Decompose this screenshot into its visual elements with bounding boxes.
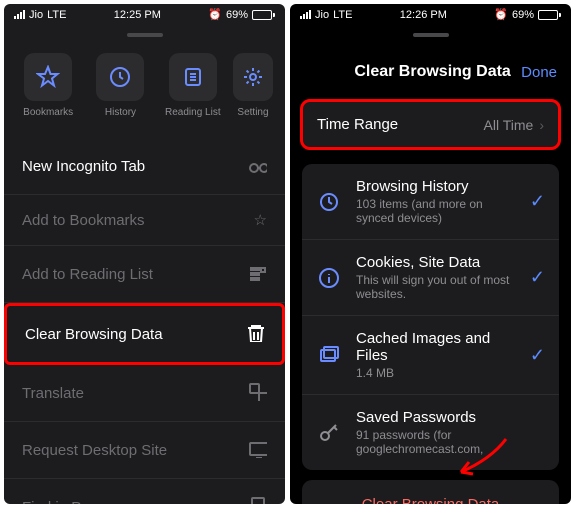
tool-label: Setting xyxy=(237,107,268,118)
incognito-icon xyxy=(247,154,267,178)
status-time: 12:26 PM xyxy=(400,9,447,21)
check-icon: ✓ xyxy=(530,345,545,366)
menu-translate[interactable]: Translate xyxy=(4,365,285,422)
tool-label: Reading List xyxy=(165,107,221,118)
tool-settings[interactable]: Setting xyxy=(233,53,273,118)
battery-pct: 69% xyxy=(512,9,534,21)
menu-label: New Incognito Tab xyxy=(22,158,145,175)
item-sub: This will sign you out of most websites. xyxy=(356,273,516,301)
images-icon xyxy=(316,344,342,366)
item-sub: 103 items (and more on synced devices) xyxy=(356,197,516,225)
translate-icon xyxy=(247,381,267,405)
star-icon: ☆ xyxy=(254,211,267,229)
page-title: Clear Browsing Data xyxy=(344,63,521,81)
time-range-section: Time Range All Time › xyxy=(300,99,561,150)
star-icon xyxy=(36,65,60,89)
tool-history[interactable]: History xyxy=(88,53,152,118)
gear-icon xyxy=(241,65,265,89)
carrier: Jio xyxy=(315,9,329,21)
alarm-icon: ⏰ xyxy=(494,8,508,21)
item-sub: 91 passwords (for googlechromecast.com, xyxy=(356,428,545,456)
drag-handle[interactable] xyxy=(127,33,163,37)
network: LTE xyxy=(333,9,352,21)
desktop-icon xyxy=(247,438,267,462)
item-title: Cached Images and Files xyxy=(356,330,516,364)
network: LTE xyxy=(47,9,66,21)
menu-clear-browsing-data[interactable]: Clear Browsing Data xyxy=(4,303,285,365)
menu: New Incognito Tab Add to Bookmarks ☆ Add… xyxy=(4,138,285,504)
trash-icon xyxy=(244,322,264,346)
chevron-right-icon: › xyxy=(539,117,544,133)
item-title: Browsing History xyxy=(356,178,516,195)
time-range-value: All Time xyxy=(484,117,534,133)
data-types-section: Browsing History 103 items (and more on … xyxy=(302,164,559,470)
item-title: Cookies, Site Data xyxy=(356,254,516,271)
menu-label: Translate xyxy=(22,385,84,402)
time-range-row[interactable]: Time Range All Time › xyxy=(303,102,558,147)
battery-icon xyxy=(538,10,561,20)
item-passwords[interactable]: Saved Passwords 91 passwords (for google… xyxy=(302,395,559,470)
tool-bookmarks[interactable]: Bookmarks xyxy=(16,53,80,118)
alarm-icon: ⏰ xyxy=(208,8,222,21)
menu-add-reading-list[interactable]: Add to Reading List xyxy=(4,246,285,303)
clock-icon xyxy=(108,65,132,89)
left-screenshot: Jio LTE 12:25 PM ⏰ 69% Bookmarks History… xyxy=(4,4,285,504)
menu-label: Add to Reading List xyxy=(22,266,153,283)
drag-handle[interactable] xyxy=(413,33,449,37)
item-browsing-history[interactable]: Browsing History 103 items (and more on … xyxy=(302,164,559,240)
list-icon xyxy=(181,65,205,89)
modal-header: Clear Browsing Data Done xyxy=(290,45,571,99)
item-cached[interactable]: Cached Images and Files 1.4 MB ✓ xyxy=(302,316,559,395)
menu-add-bookmarks[interactable]: Add to Bookmarks ☆ xyxy=(4,195,285,246)
menu-new-incognito[interactable]: New Incognito Tab xyxy=(4,138,285,195)
check-icon: ✓ xyxy=(530,267,545,288)
right-screenshot: Jio LTE 12:26 PM ⏰ 69% Clear Browsing Da… xyxy=(290,4,571,504)
toolbar: Bookmarks History Reading List Setting xyxy=(4,45,285,126)
tool-reading-list[interactable]: Reading List xyxy=(161,53,225,118)
menu-label: Request Desktop Site xyxy=(22,442,167,459)
battery-icon xyxy=(252,10,275,20)
carrier: Jio xyxy=(29,9,43,21)
clear-browsing-data-button[interactable]: Clear Browsing Data xyxy=(302,480,559,504)
history-icon xyxy=(316,191,342,213)
menu-label: Add to Bookmarks xyxy=(22,212,145,229)
item-cookies[interactable]: Cookies, Site Data This will sign you ou… xyxy=(302,240,559,316)
signal-icon xyxy=(300,10,311,19)
battery-pct: 69% xyxy=(226,9,248,21)
signal-icon xyxy=(14,10,25,19)
menu-find-in-page[interactable]: Find in Page... xyxy=(4,479,285,504)
item-sub: 1.4 MB xyxy=(356,366,516,380)
menu-label: Find in Page... xyxy=(22,499,119,505)
menu-label: Clear Browsing Data xyxy=(25,326,163,343)
status-bar: Jio LTE 12:26 PM ⏰ 69% xyxy=(290,4,571,25)
reading-list-icon xyxy=(247,262,267,286)
find-icon xyxy=(247,495,267,504)
menu-request-desktop[interactable]: Request Desktop Site xyxy=(4,422,285,479)
status-time: 12:25 PM xyxy=(114,9,161,21)
tool-label: History xyxy=(105,107,136,118)
info-icon xyxy=(316,267,342,289)
item-title: Saved Passwords xyxy=(356,409,545,426)
key-icon xyxy=(316,422,342,444)
tool-label: Bookmarks xyxy=(23,107,73,118)
done-button[interactable]: Done xyxy=(521,64,557,81)
check-icon: ✓ xyxy=(530,191,545,212)
time-range-label: Time Range xyxy=(317,116,398,133)
status-bar: Jio LTE 12:25 PM ⏰ 69% xyxy=(4,4,285,25)
